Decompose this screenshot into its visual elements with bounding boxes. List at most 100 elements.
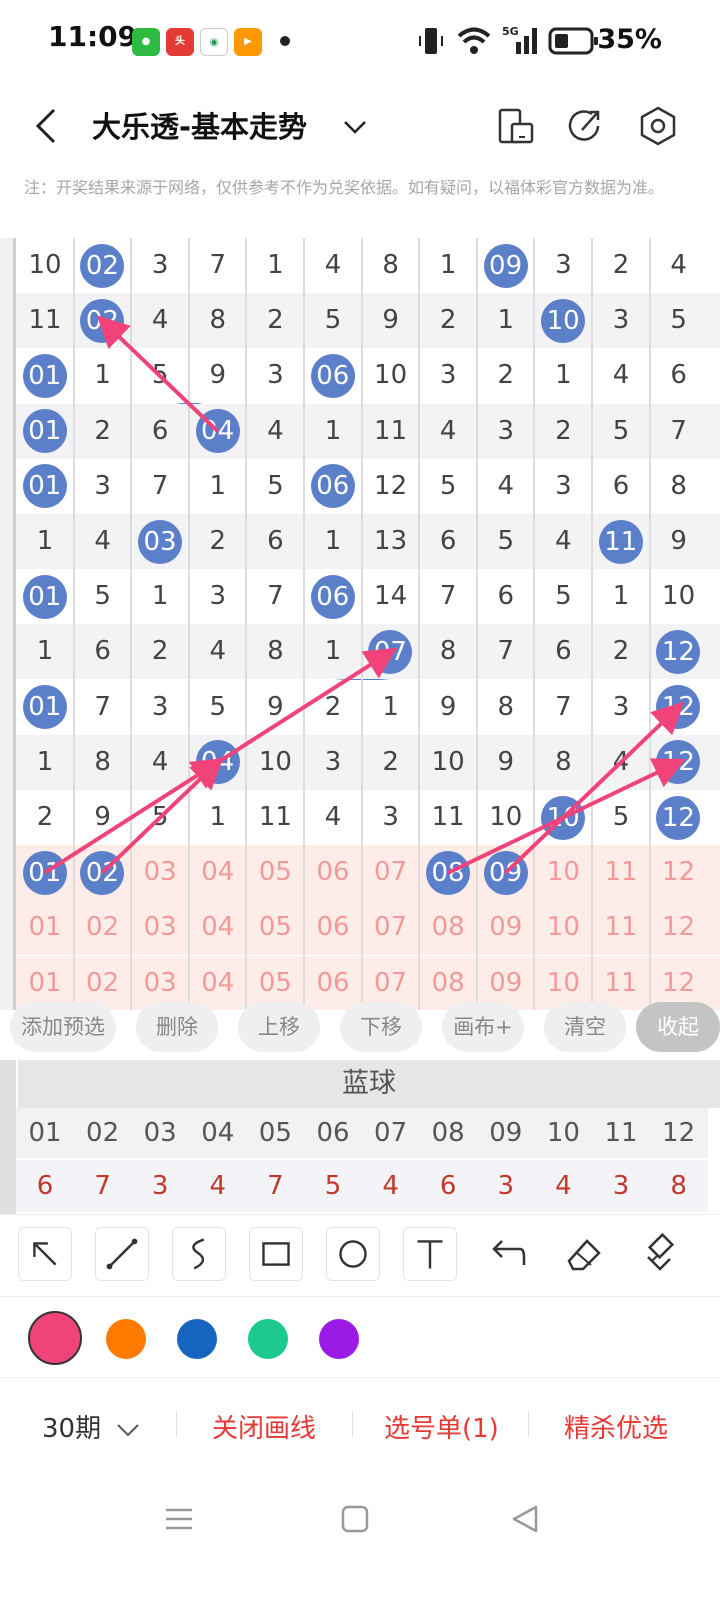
omission-cell[interactable]: 2: [16, 790, 74, 845]
chevron-down-icon[interactable]: [338, 112, 372, 142]
omission-cell[interactable]: 5: [477, 514, 535, 569]
color-swatch-orange[interactable]: [106, 1319, 146, 1359]
pick-cell[interactable]: 06: [304, 900, 362, 955]
omission-cell[interactable]: 7: [419, 569, 477, 624]
omission-cell[interactable]: 7: [534, 680, 592, 735]
omission-cell[interactable]: 4: [592, 735, 650, 790]
selected-pick-ball[interactable]: 01: [22, 850, 67, 895]
color-swatch-green[interactable]: [248, 1319, 288, 1359]
omission-cell[interactable]: 3: [304, 735, 362, 790]
omission-cell[interactable]: 9: [362, 293, 420, 348]
pick-cell[interactable]: 12: [650, 900, 708, 955]
drawn-number-ball[interactable]: 09: [483, 243, 528, 288]
pick-cell[interactable]: 04: [189, 900, 247, 955]
omission-cell[interactable]: 5: [131, 790, 189, 845]
omission-cell[interactable]: 3: [74, 459, 132, 514]
omission-cell[interactable]: 3: [131, 238, 189, 293]
drawn-number-ball[interactable]: 06: [310, 354, 355, 398]
brush-clear-icon[interactable]: [634, 1227, 688, 1281]
color-swatch-pink[interactable]: [28, 1311, 82, 1365]
pick-cell[interactable]: 11: [592, 900, 650, 955]
share-icon[interactable]: [562, 104, 606, 148]
omission-cell[interactable]: 6: [477, 569, 535, 624]
ticket-button[interactable]: 选号单(1): [384, 1408, 499, 1445]
omission-cell[interactable]: 3: [592, 680, 650, 735]
curve-tool-icon[interactable]: [172, 1227, 226, 1281]
omission-cell[interactable]: 2: [362, 735, 420, 790]
omission-cell[interactable]: 6: [534, 624, 592, 679]
omission-cell[interactable]: 8: [74, 735, 132, 790]
drawn-number-ball[interactable]: 11: [598, 519, 643, 564]
omission-cell[interactable]: 7: [246, 569, 304, 624]
selected-pick-ball[interactable]: 08: [426, 850, 470, 895]
omission-cell[interactable]: 8: [362, 238, 420, 293]
pick-cell[interactable]: 08: [419, 900, 477, 955]
omission-cell[interactable]: 4: [189, 624, 247, 679]
back-button[interactable]: [28, 102, 68, 150]
omission-cell[interactable]: 3: [246, 348, 304, 403]
canvas-button[interactable]: 画布+: [442, 1002, 524, 1052]
pick-cell[interactable]: 03: [131, 900, 189, 955]
omission-cell[interactable]: 3: [534, 459, 592, 514]
rotate-screen-icon[interactable]: [494, 104, 538, 148]
pick-cell[interactable]: 06: [304, 845, 362, 900]
omission-cell[interactable]: 1: [534, 348, 592, 403]
omission-cell[interactable]: 1: [189, 459, 247, 514]
omission-cell[interactable]: 7: [650, 404, 708, 459]
pick-cell[interactable]: 03: [131, 845, 189, 900]
omission-cell[interactable]: 5: [650, 293, 708, 348]
omission-cell[interactable]: 11: [16, 293, 74, 348]
omission-cell[interactable]: 9: [477, 735, 535, 790]
omission-cell[interactable]: 5: [74, 569, 132, 624]
omission-cell[interactable]: 2: [419, 293, 477, 348]
omission-cell[interactable]: 2: [189, 514, 247, 569]
clear-button[interactable]: 清空: [544, 1002, 626, 1052]
omission-cell[interactable]: 6: [74, 624, 132, 679]
omission-cell[interactable]: 6: [131, 404, 189, 459]
omission-cell[interactable]: 1: [419, 238, 477, 293]
omission-cell[interactable]: 11: [419, 790, 477, 845]
pick-cell[interactable]: 02: [74, 900, 132, 955]
omission-cell[interactable]: 9: [246, 680, 304, 735]
omission-cell[interactable]: 2: [477, 348, 535, 403]
omission-cell[interactable]: 10: [16, 238, 74, 293]
pick-cell[interactable]: 10: [534, 900, 592, 955]
omission-cell[interactable]: 1: [362, 680, 420, 735]
selected-pick-ball[interactable]: 09: [483, 850, 528, 895]
close-lines-button[interactable]: 关闭画线: [212, 1408, 316, 1445]
omission-cell[interactable]: 14: [362, 569, 420, 624]
pick-cell[interactable]: 07: [362, 900, 420, 955]
omission-cell[interactable]: 2: [74, 404, 132, 459]
omission-cell[interactable]: 11: [246, 790, 304, 845]
pick-cell[interactable]: 10: [534, 845, 592, 900]
omission-cell[interactable]: 3: [362, 790, 420, 845]
omission-cell[interactable]: 4: [246, 404, 304, 459]
omission-cell[interactable]: 1: [304, 624, 362, 679]
drawn-number-ball[interactable]: 12: [656, 795, 701, 840]
circle-tool-icon[interactable]: [326, 1227, 380, 1281]
pick-cell[interactable]: 05: [246, 900, 304, 955]
omission-cell[interactable]: 7: [131, 459, 189, 514]
line-tool-icon[interactable]: [95, 1227, 149, 1281]
omission-cell[interactable]: 3: [592, 293, 650, 348]
pick-cell[interactable]: 01: [16, 900, 74, 955]
omission-cell[interactable]: 4: [650, 238, 708, 293]
omission-cell[interactable]: 3: [419, 348, 477, 403]
omission-cell[interactable]: 3: [477, 404, 535, 459]
omission-cell[interactable]: 9: [419, 680, 477, 735]
add-preselection-button[interactable]: 添加预选: [10, 1002, 116, 1052]
pick-cell[interactable]: 12: [650, 845, 708, 900]
drawn-number-ball[interactable]: 01: [22, 354, 67, 398]
omission-cell[interactable]: 9: [650, 514, 708, 569]
omission-cell[interactable]: 8: [419, 624, 477, 679]
omission-cell[interactable]: 5: [592, 404, 650, 459]
selected-pick-ball[interactable]: 02: [80, 850, 125, 895]
omission-cell[interactable]: 5: [592, 790, 650, 845]
rectangle-tool-icon[interactable]: [249, 1227, 303, 1281]
omission-cell[interactable]: 4: [477, 459, 535, 514]
omission-cell[interactable]: 9: [189, 348, 247, 403]
omission-cell[interactable]: 6: [419, 514, 477, 569]
omission-cell[interactable]: 5: [131, 348, 189, 403]
pick-cell[interactable]: 07: [362, 845, 420, 900]
pick-cell[interactable]: 11: [592, 845, 650, 900]
